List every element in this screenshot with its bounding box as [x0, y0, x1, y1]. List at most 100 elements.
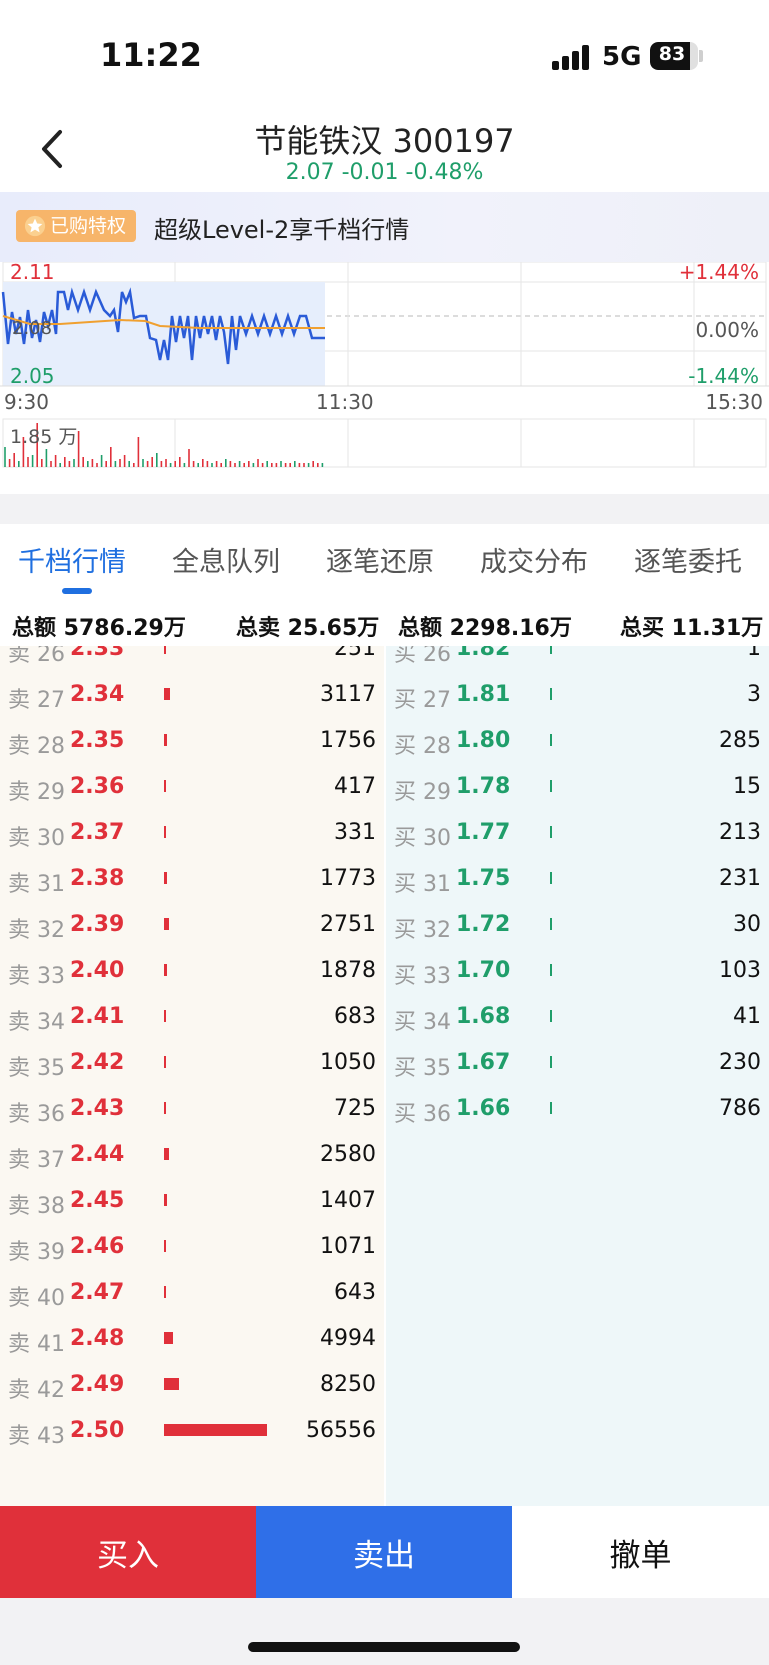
tab-tick-orders[interactable]: 逐笔委托	[634, 540, 742, 579]
order-book-row[interactable]: 买 33 1.70 103	[386, 948, 769, 997]
volume-bar	[164, 780, 166, 792]
order-book-row[interactable]: 卖 26 2.33 251	[0, 646, 384, 675]
order-book-row[interactable]: 卖 29 2.36 417	[0, 764, 384, 813]
star-icon	[24, 215, 46, 237]
level-label: 卖 38	[8, 1194, 65, 1219]
level-price: 2.48	[70, 1326, 125, 1351]
order-book-row[interactable]: 卖 28 2.35 1756	[0, 718, 384, 767]
level-volume: 2580	[320, 1142, 376, 1167]
sell-amount: 总额 5786.29万	[12, 616, 186, 641]
level-price: 1.78	[456, 774, 511, 799]
volume-bar	[550, 872, 552, 884]
order-book-row[interactable]: 卖 37 2.44 2580	[0, 1132, 384, 1181]
volume-label: 1.85 万	[10, 426, 78, 448]
order-book-row[interactable]: 卖 32 2.39 2751	[0, 902, 384, 951]
level-price: 2.42	[70, 1050, 125, 1075]
level-label: 买 32	[394, 918, 451, 943]
volume-bar	[164, 1378, 179, 1390]
volume-bar	[164, 1010, 166, 1022]
order-book-row[interactable]: 卖 40 2.47 643	[0, 1270, 384, 1319]
order-book-row[interactable]: 卖 43 2.50 56556	[0, 1408, 384, 1457]
level-label: 卖 30	[8, 826, 65, 851]
buy-total: 总买 11.31万	[620, 616, 764, 641]
depth-tabs: 千档行情 全息队列 逐笔还原 成交分布 逐笔委托	[0, 524, 769, 600]
level-volume: 230	[719, 1050, 761, 1075]
order-book-row[interactable]: 买 29 1.78 15	[386, 764, 769, 813]
privilege-badge: 已购特权	[16, 210, 137, 242]
order-book-row[interactable]: 卖 36 2.43 725	[0, 1086, 384, 1135]
intraday-chart[interactable]: 2.11 2.08 2.05 +1.44% 0.00% -1.44% 9:30 …	[0, 260, 769, 494]
order-book-row[interactable]: 卖 31 2.38 1773	[0, 856, 384, 905]
order-book-row[interactable]: 卖 27 2.34 3117	[0, 672, 384, 721]
level-price: 2.36	[70, 774, 125, 799]
volume-bar	[164, 826, 166, 838]
buy-button[interactable]: 买入	[0, 1506, 256, 1598]
volume-bar	[164, 646, 166, 654]
time-end-label: 15:30	[705, 390, 763, 414]
level-volume: 251	[334, 646, 376, 661]
level2-banner[interactable]: 已购特权 超级Level-2享千档行情	[0, 192, 769, 262]
order-book-row[interactable]: 买 31 1.75 231	[386, 856, 769, 905]
order-book-row[interactable]: 卖 33 2.40 1878	[0, 948, 384, 997]
volume-bar	[164, 1056, 166, 1068]
level-label: 买 33	[394, 964, 451, 989]
level-price: 2.41	[70, 1004, 125, 1029]
level-price: 1.67	[456, 1050, 511, 1075]
order-book-row[interactable]: 买 32 1.72 30	[386, 902, 769, 951]
order-book-row[interactable]: 卖 39 2.46 1071	[0, 1224, 384, 1273]
privilege-badge-label: 已购特权	[50, 215, 127, 237]
volume-bar	[550, 734, 552, 746]
level-price: 1.70	[456, 958, 511, 983]
order-book-row[interactable]: 买 35 1.67 230	[386, 1040, 769, 1089]
sell-total: 总卖 25.65万	[236, 616, 380, 641]
level-price: 1.81	[456, 682, 511, 707]
tab-trade-distribution[interactable]: 成交分布	[480, 540, 588, 579]
level-label: 卖 27	[8, 688, 65, 713]
level-volume: 1	[747, 646, 761, 661]
level-label: 买 34	[394, 1010, 451, 1035]
level-volume: 683	[334, 1004, 376, 1029]
volume-bar	[550, 964, 552, 976]
volume-bar	[164, 964, 167, 976]
order-book-row[interactable]: 买 28 1.80 285	[386, 718, 769, 767]
order-book-row[interactable]: 买 30 1.77 213	[386, 810, 769, 859]
tab-full-queue[interactable]: 全息队列	[172, 540, 280, 579]
signal-icon	[552, 44, 592, 70]
order-book-row[interactable]: 卖 30 2.37 331	[0, 810, 384, 859]
level-price: 2.34	[70, 682, 125, 707]
level-volume: 1878	[320, 958, 376, 983]
level-price: 2.33	[70, 646, 125, 661]
order-book-row[interactable]: 卖 38 2.45 1407	[0, 1178, 384, 1227]
home-indicator[interactable]	[248, 1642, 520, 1652]
order-book-row[interactable]: 卖 41 2.48 4994	[0, 1316, 384, 1365]
order-book-row[interactable]: 买 26 1.82 1	[386, 646, 769, 675]
tab-thousand-depth[interactable]: 千档行情	[18, 540, 126, 579]
level-price: 2.40	[70, 958, 125, 983]
level-price: 2.37	[70, 820, 125, 845]
tab-tick-restore[interactable]: 逐笔还原	[326, 540, 434, 579]
cancel-order-button[interactable]: 撤单	[512, 1506, 769, 1598]
level-label: 买 31	[394, 872, 451, 897]
volume-bar	[164, 1102, 166, 1114]
order-book-row[interactable]: 买 34 1.68 41	[386, 994, 769, 1043]
order-book-row[interactable]: 卖 42 2.49 8250	[0, 1362, 384, 1411]
level-volume: 643	[334, 1280, 376, 1305]
level-volume: 285	[719, 728, 761, 753]
volume-bar	[550, 1056, 552, 1068]
level-volume: 30	[733, 912, 761, 937]
level-label: 卖 39	[8, 1240, 65, 1265]
order-book[interactable]: 卖 26 2.33 251 卖 27 2.34 3117 卖 28 2.35 1756 卖 29 2…	[0, 646, 769, 1506]
order-book-row[interactable]: 买 27 1.81 3	[386, 672, 769, 721]
volume-bar	[164, 1332, 173, 1344]
level-volume: 1050	[320, 1050, 376, 1075]
order-book-summary: 总额 5786.29万 总卖 25.65万 总额 2298.16万 总买 11.…	[0, 600, 769, 646]
level-label: 卖 35	[8, 1056, 65, 1081]
sell-button[interactable]: 卖出	[256, 1506, 512, 1598]
volume-bar	[164, 918, 169, 930]
order-book-row[interactable]: 卖 35 2.42 1050	[0, 1040, 384, 1089]
volume-bar	[550, 918, 552, 930]
order-book-row[interactable]: 买 36 1.66 786	[386, 1086, 769, 1135]
network-label: 5G	[602, 42, 642, 72]
order-book-row[interactable]: 卖 34 2.41 683	[0, 994, 384, 1043]
level-label: 买 35	[394, 1056, 451, 1081]
